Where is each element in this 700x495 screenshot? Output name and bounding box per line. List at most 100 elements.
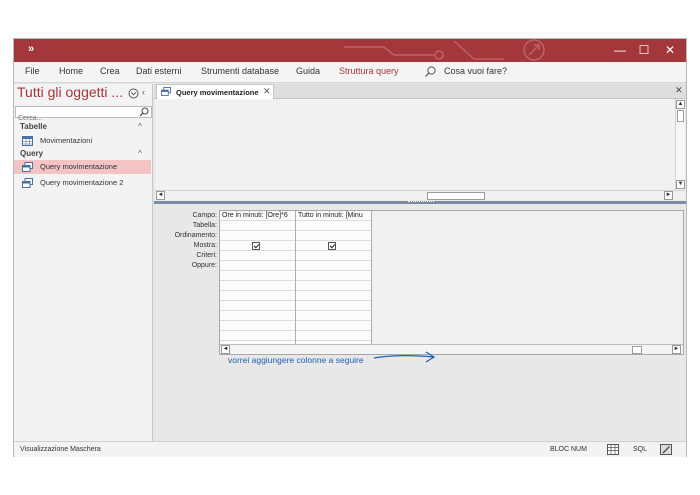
grid-cell[interactable]: [296, 291, 371, 301]
grid-cell[interactable]: [220, 311, 295, 321]
tab-guida[interactable]: Guida: [296, 66, 320, 76]
grid-cell-field[interactable]: Ore in minuti: [Ore]*6: [220, 211, 295, 221]
minimize-button[interactable]: —: [610, 41, 630, 59]
tell-me-field[interactable]: Cosa vuoi fare?: [444, 66, 507, 76]
row-label-mostra: Mostra:: [193, 242, 217, 249]
table-pane[interactable]: [155, 99, 685, 191]
design-grid-pane: Campo: Tabella: Ordinamento: Mostra: Cri…: [154, 204, 686, 441]
grid-cell[interactable]: [296, 321, 371, 331]
restore-button[interactable]: ☐: [634, 41, 654, 59]
scroll-thumb[interactable]: [677, 110, 684, 122]
chevron-down-circle-icon[interactable]: [128, 88, 139, 99]
tab-crea[interactable]: Crea: [100, 66, 120, 76]
group-header-tabelle[interactable]: Tabelle: [20, 122, 47, 131]
row-label-tabella: Tabella:: [192, 222, 217, 229]
tab-dati-esterni[interactable]: Dati esterni: [136, 66, 182, 76]
close-button[interactable]: ✕: [660, 41, 680, 59]
nav-item-query-movimentazione-2[interactable]: Query movimentazione 2: [14, 176, 151, 190]
group-header-query[interactable]: Query: [20, 149, 43, 158]
close-document-icon[interactable]: ✕: [675, 85, 683, 96]
grid-cell-table[interactable]: [220, 221, 295, 231]
nav-item-label: Query movimentazione: [40, 162, 118, 171]
nav-item-query-movimentazione[interactable]: Query movimentazione: [14, 160, 151, 174]
document-tabstrip: Query movimentazione ✕ ✕: [154, 84, 686, 99]
grid-cell-sort[interactable]: [296, 231, 371, 241]
grid-cell[interactable]: [296, 311, 371, 321]
handwritten-annotation: vorrei aggiungere colonne a seguire: [228, 355, 364, 365]
grid-cell[interactable]: [220, 301, 295, 311]
query-icon: [22, 162, 33, 172]
grid-cell[interactable]: [220, 321, 295, 331]
ribbon-tabs: File Home Crea Dati esterni Strumenti da…: [14, 62, 686, 83]
design-view-icon[interactable]: [660, 444, 672, 455]
datasheet-view-icon[interactable]: [607, 444, 619, 455]
grid-column-1[interactable]: Ore in minuti: [Ore]*6: [220, 211, 296, 344]
grid-cell-table[interactable]: [296, 221, 371, 231]
show-checkbox[interactable]: [252, 242, 260, 250]
grid-cell-sort[interactable]: [220, 231, 295, 241]
nav-item-label: Query movimentazione 2: [40, 178, 124, 187]
scroll-left-icon[interactable]: ◄: [221, 345, 230, 354]
row-label-criteri: Criteri:: [196, 252, 217, 259]
grid-cell[interactable]: [296, 281, 371, 291]
collapse-chevron-icon[interactable]: ^: [138, 122, 142, 131]
query-design-grid: Ore in minuti: [Ore]*6 Tutto in minuti:: [219, 210, 684, 355]
access-window: » — ☐ ✕ File Home Crea Dati esterni Stru…: [13, 38, 687, 457]
grid-column-2[interactable]: Tutto in minuti: [Minu: [296, 211, 372, 344]
num-lock-indicator: BLOC NUM: [550, 446, 587, 453]
grid-cell[interactable]: [220, 291, 295, 301]
grid-cell-criteria[interactable]: [220, 251, 295, 261]
scroll-right-icon[interactable]: ►: [664, 191, 673, 200]
query-design-document: Query movimentazione ✕ ✕ ▲ ▼ ◄ ► Campo: …: [154, 84, 686, 441]
tab-strumenti-database[interactable]: Strumenti database: [201, 66, 279, 76]
quick-access-toolbar-icon[interactable]: »: [28, 43, 34, 55]
status-view-text: Visualizzazione Maschera: [20, 446, 101, 453]
collapse-chevron-icon[interactable]: ^: [138, 149, 142, 158]
sql-view-button[interactable]: SQL: [633, 446, 647, 453]
row-label-ordinamento: Ordinamento:: [174, 232, 217, 239]
grid-cell[interactable]: [296, 301, 371, 311]
grid-cell-or[interactable]: [296, 261, 371, 271]
shutter-bar-close-icon[interactable]: ‹: [142, 87, 145, 97]
search-icon[interactable]: [139, 107, 149, 117]
grid-cell[interactable]: [220, 281, 295, 291]
title-bar: » — ☐ ✕: [14, 39, 686, 62]
vertical-scrollbar[interactable]: ▲ ▼: [675, 99, 685, 191]
document-tab-label: Query movimentazione: [176, 88, 259, 97]
grid-horizontal-scrollbar[interactable]: ◄ ►: [220, 344, 683, 354]
show-checkbox[interactable]: [328, 242, 336, 250]
scroll-up-icon[interactable]: ▲: [676, 100, 685, 109]
grid-cell-criteria[interactable]: [296, 251, 371, 261]
tab-file[interactable]: File: [25, 66, 40, 76]
query-icon: [22, 178, 33, 188]
annotation-arrow-icon: [373, 351, 436, 363]
grid-cell[interactable]: [220, 331, 295, 341]
nav-pane-title[interactable]: Tutti gli oggetti ...: [17, 84, 123, 100]
navigation-pane: Tutti gli oggetti ... ‹ Tabelle ^ Movime…: [14, 84, 153, 441]
scroll-thumb[interactable]: [427, 192, 485, 200]
nav-item-label: Movimentazioni: [40, 136, 93, 145]
grid-cell-show[interactable]: [296, 241, 371, 251]
scroll-down-icon[interactable]: ▼: [676, 180, 685, 189]
horizontal-scrollbar-top[interactable]: ◄ ►: [155, 190, 685, 200]
scroll-left-icon[interactable]: ◄: [156, 191, 165, 200]
nav-item-movimentazioni[interactable]: Movimentazioni: [14, 134, 151, 148]
scroll-right-icon[interactable]: ►: [672, 345, 681, 354]
close-tab-icon[interactable]: ✕: [263, 86, 271, 97]
row-label-oppure: Oppure:: [191, 262, 217, 269]
row-label-campo: Campo:: [192, 212, 217, 219]
grid-cell-show[interactable]: [220, 241, 295, 251]
document-tab[interactable]: Query movimentazione ✕: [156, 84, 274, 99]
scroll-thumb[interactable]: [632, 346, 642, 354]
tab-struttura-query[interactable]: Struttura query: [339, 66, 399, 76]
circuit-decoration: [344, 39, 545, 61]
status-bar: Visualizzazione Maschera BLOC NUM SQL: [14, 441, 686, 457]
grid-cell[interactable]: [296, 331, 371, 341]
grid-cell[interactable]: [220, 271, 295, 281]
nav-search-box: [15, 106, 152, 124]
grid-cell[interactable]: [296, 271, 371, 281]
lightbulb-search-icon[interactable]: [424, 65, 437, 78]
grid-cell-field[interactable]: Tutto in minuti: [Minu: [296, 211, 371, 221]
tab-home[interactable]: Home: [59, 66, 83, 76]
grid-cell-or[interactable]: [220, 261, 295, 271]
